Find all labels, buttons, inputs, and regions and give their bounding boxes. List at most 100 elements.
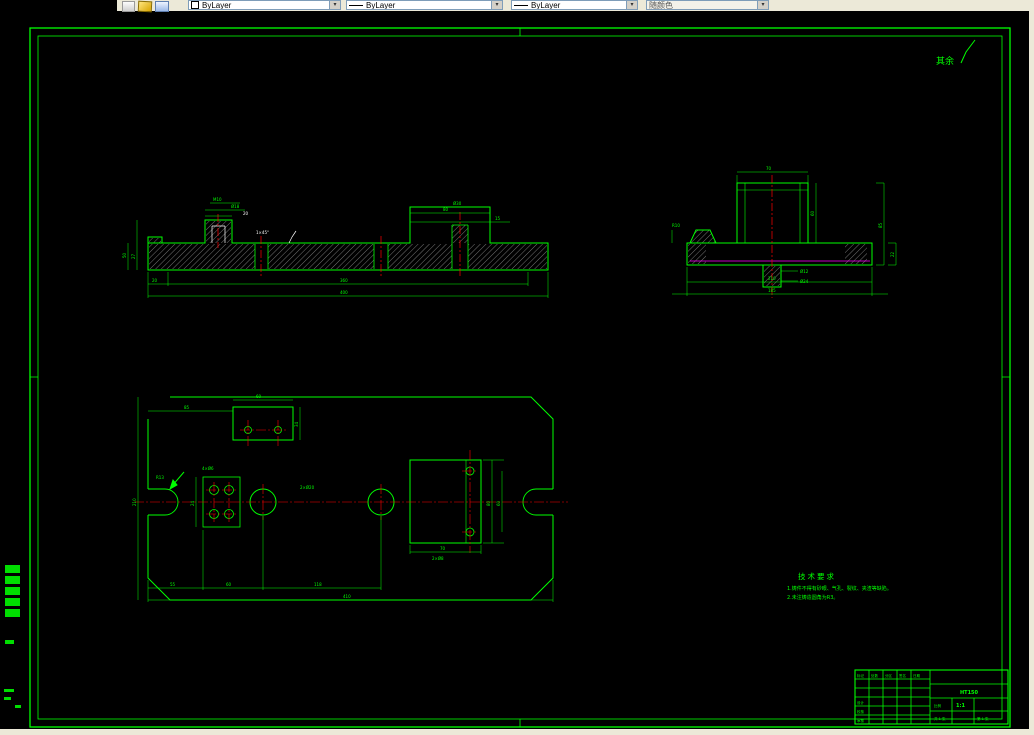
dimension-label: 210 (132, 498, 137, 506)
dimension-label: 1×45° (256, 230, 269, 235)
dimension-label: 70 (766, 166, 772, 171)
sheet-frame (29, 27, 1011, 728)
dimension-label: 70 (440, 546, 446, 551)
dimension-label: 118 (314, 582, 322, 587)
chevron-down-icon[interactable]: ▾ (626, 1, 637, 9)
lineweight-control[interactable]: ByLayer ▾ (511, 0, 638, 10)
palette-block[interactable] (5, 565, 20, 573)
status-mark (4, 689, 14, 692)
title-block: 标记 处数 分区 签名 日期 设计 校核 审核 HT150 比例 1:1 共 1… (854, 669, 1009, 725)
front-section-view: M10 Ø18 20 1×45° 80 Ø30 15 50 27 360 400… (122, 197, 549, 298)
palette-block[interactable] (5, 609, 20, 617)
status-mark (4, 697, 11, 700)
dimension-label: 20 (152, 278, 158, 283)
dimension-label: Ø12 (800, 269, 809, 274)
chevron-down-icon[interactable]: ▾ (491, 1, 502, 9)
part-outline (147, 396, 554, 601)
dimension-label: Ø30 (453, 201, 462, 206)
centerlines (217, 212, 461, 278)
status-mark (15, 705, 21, 708)
toolbar-left-gap (0, 0, 117, 11)
dimension-label: 80 (486, 500, 491, 506)
side-view: 70 R10 85 22 Ø12 Ø24 185 60 210 (671, 166, 897, 298)
linetype-control-value: ByLayer (366, 0, 396, 10)
dimension-lines (127, 202, 549, 298)
left-palette[interactable] (4, 565, 21, 708)
dimension-label: 400 (340, 290, 348, 295)
color-control-value: ByLayer (202, 0, 232, 10)
dimension-label: Ø24 (800, 279, 809, 284)
scale-value: 1:1 (956, 703, 965, 709)
dimension-label: 15 (495, 216, 501, 221)
color-swatch (191, 1, 199, 9)
technical-requirements: 技术要求 1.铸件不得有砂眼、气孔、裂纹、夹渣等缺陷。 2.未注铸造圆角为R3。 (787, 571, 892, 601)
palette-block[interactable] (5, 598, 20, 606)
properties-toolbar: ByLayer ▾ ByLayer ▾ ByLayer ▾ 随颜色 ▾ (0, 0, 1034, 13)
scale-label: 比例 (934, 703, 942, 708)
dimension-label: M10 (213, 197, 222, 202)
sheets-cell: 共 1 张 (934, 716, 946, 721)
linetype-control[interactable]: ByLayer ▾ (346, 0, 503, 10)
palette-block[interactable] (5, 576, 20, 584)
part-outline (147, 206, 549, 271)
title-block-header: 分区 (885, 673, 893, 678)
surface-note-text: 其余 (936, 55, 954, 67)
dimension-label: 24 (190, 500, 195, 506)
section-hatch (688, 230, 867, 286)
window-bottom-border (0, 729, 1034, 735)
dimension-label: Ø18 (231, 204, 240, 209)
palette-block[interactable] (5, 587, 20, 595)
section-arrow (169, 471, 185, 491)
dimension-label: 27 (131, 253, 136, 259)
surface-roughness-note: 其余 (936, 39, 976, 67)
title-block-row-label: 设计 (857, 700, 865, 705)
title-block-header: 日期 (913, 673, 921, 678)
material-cell: HT150 (960, 690, 979, 696)
dimension-lines (671, 171, 897, 296)
dimension-label: 50 (122, 252, 127, 258)
color-control[interactable]: ByLayer ▾ (188, 0, 341, 10)
roughness-symbol-icon (960, 39, 976, 64)
dimension-label: 60 (496, 500, 501, 506)
dimension-label: 2×Ø8 (432, 556, 444, 561)
title-block-header: 处数 (871, 673, 879, 678)
title-block-grid (854, 669, 1009, 725)
section-hatch (149, 221, 547, 269)
title-block-header: 标记 (857, 673, 865, 678)
lineweight-sample-icon (514, 4, 528, 6)
tech-req-title: 技术要求 (798, 571, 836, 581)
thread-detail (211, 225, 297, 244)
chevron-down-icon[interactable]: ▾ (757, 1, 768, 9)
dimension-label: 60 (810, 210, 815, 216)
dimension-label: 210 (768, 276, 776, 281)
dimension-label: 85 (184, 405, 190, 410)
plotstyle-control-value: 随颜色 (649, 0, 673, 10)
layer-states-icon[interactable] (155, 1, 169, 12)
dimension-label: 2×Ø20 (300, 485, 315, 490)
plan-view: 4×Ø6 60 34 85 2×Ø20 80 60 70 2×Ø8 55 60 … (132, 394, 568, 602)
part-outline (686, 182, 873, 288)
title-block-row-label: 审核 (857, 718, 865, 723)
tech-req-line: 2.未注铸造圆角为R3。 (787, 594, 838, 601)
dimension-label: 4×Ø6 (202, 466, 214, 471)
dimension-label: 20 (243, 211, 249, 216)
palette-block[interactable] (5, 640, 14, 644)
dimension-label: 55 (170, 582, 176, 587)
layer-previous-icon[interactable] (122, 1, 135, 12)
chevron-down-icon[interactable]: ▾ (329, 1, 340, 9)
title-block-header: 签名 (899, 673, 906, 678)
dimension-label: 60 (226, 582, 232, 587)
make-layer-current-icon[interactable] (137, 0, 153, 13)
title-block-row-label: 校核 (857, 709, 865, 714)
dimension-label: 85 (878, 222, 883, 228)
drawing-canvas[interactable]: 其余 M10 Ø18 20 1×45° 80 Ø30 15 50 27 360 … (0, 11, 1029, 729)
dimension-label: 60 (256, 394, 262, 399)
dimension-label: 34 (294, 421, 299, 427)
lineweight-control-value: ByLayer (531, 0, 561, 10)
cad-window: ByLayer ▾ ByLayer ▾ ByLayer ▾ 随颜色 ▾ 其余 M… (0, 0, 1034, 735)
dimension-label: R10 (672, 223, 680, 228)
plotstyle-control[interactable]: 随颜色 ▾ (646, 0, 769, 10)
centerlines (134, 420, 568, 553)
linetype-sample-icon (349, 4, 363, 6)
dimension-label: R13 (156, 475, 164, 480)
